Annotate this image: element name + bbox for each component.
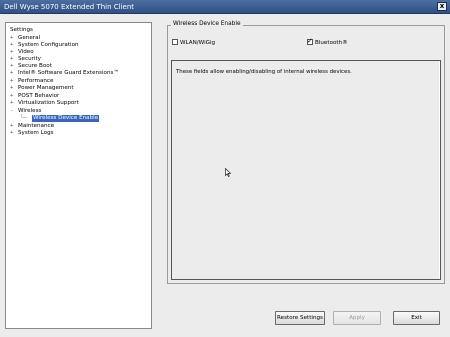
tree-item-wireless-device-enable[interactable]: └─ Wireless Device Enable xyxy=(20,115,100,122)
wlan-checkbox[interactable] xyxy=(172,38,178,45)
tree-item-video[interactable]: + Video xyxy=(10,49,34,56)
settings-tree: Settings + General + System Configuration … xyxy=(5,22,152,329)
expand-icon[interactable]: + xyxy=(10,85,18,92)
expand-icon[interactable]: + xyxy=(10,130,18,137)
expand-icon[interactable]: + xyxy=(10,100,18,107)
description-text: These fields allow enabling/disabling of… xyxy=(176,69,352,75)
tree-branch-line: └─ xyxy=(20,115,27,121)
checkmark-icon: ✓ xyxy=(307,36,313,45)
tree-root-settings[interactable]: Settings xyxy=(10,27,33,34)
wlan-label: WLAN/WiGig xyxy=(180,40,216,46)
tree-item-maintenance[interactable]: + Maintenance xyxy=(10,123,54,130)
tree-item-performance[interactable]: + Performance xyxy=(10,78,53,85)
window-title: Dell Wyse 5070 Extended Thin Client xyxy=(4,3,135,11)
apply-button[interactable]: Apply xyxy=(333,311,381,325)
close-button[interactable]: x xyxy=(437,2,447,11)
title-bar: Dell Wyse 5070 Extended Thin Client x xyxy=(0,0,450,14)
expand-icon[interactable]: + xyxy=(10,93,18,100)
tree-item-wireless[interactable]: - Wireless xyxy=(10,108,41,115)
group-title: Wireless Device Enable xyxy=(171,20,243,28)
tree-item-post-behavior[interactable]: + POST Behavior xyxy=(10,93,59,100)
bluetooth-label: Bluetooth® xyxy=(315,40,348,46)
mouse-cursor-icon xyxy=(225,168,231,177)
bluetooth-option[interactable]: ✓ Bluetooth® xyxy=(307,36,348,47)
expand-icon[interactable]: + xyxy=(10,70,18,77)
collapse-icon[interactable]: - xyxy=(10,108,18,115)
tree-item-general[interactable]: + General xyxy=(10,35,40,42)
tree-item-system-logs[interactable]: + System Logs xyxy=(10,130,54,137)
expand-icon[interactable]: + xyxy=(10,35,18,42)
description-box: These fields allow enabling/disabling of… xyxy=(171,60,441,280)
tree-item-virtualization-support[interactable]: + Virtualization Support xyxy=(10,100,79,107)
tree-item-intel-sgx[interactable]: + Intel® Software Guard Extensions™ xyxy=(10,70,119,77)
tree-item-secure-boot[interactable]: + Secure Boot xyxy=(10,63,52,70)
expand-icon[interactable]: + xyxy=(10,63,18,70)
expand-icon[interactable]: + xyxy=(10,56,18,63)
wlan-option[interactable]: WLAN/WiGig xyxy=(172,38,216,47)
tree-item-security[interactable]: + Security xyxy=(10,56,41,63)
tree-item-system-configuration[interactable]: + System Configuration xyxy=(10,42,79,49)
tree-item-power-management[interactable]: + Power Management xyxy=(10,85,74,92)
expand-icon[interactable]: + xyxy=(10,49,18,56)
expand-icon[interactable]: + xyxy=(10,78,18,85)
bluetooth-checkbox[interactable]: ✓ xyxy=(307,36,313,45)
restore-settings-button[interactable]: Restore Settings xyxy=(275,311,325,325)
expand-icon[interactable]: + xyxy=(10,123,18,130)
exit-button[interactable]: Exit xyxy=(393,311,440,325)
expand-icon[interactable]: + xyxy=(10,42,18,49)
